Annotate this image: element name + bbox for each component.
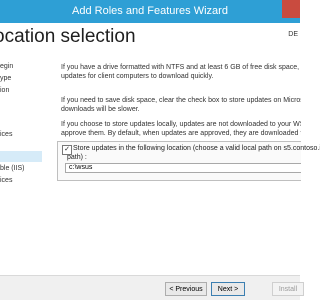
local-store-info-line2: approve them. By default, when updates a…: [61, 130, 301, 137]
sidebar-item-role-services[interactable]: ices: [0, 129, 42, 140]
store-updates-label: Store updates in the following location …: [73, 145, 320, 152]
sidebar-item-web-server-role[interactable]: ble (IIS): [0, 163, 42, 174]
ntfs-info-line2: updates for client computers to download…: [61, 73, 214, 80]
update-path-input[interactable]: [65, 163, 301, 173]
disk-space-info-line2: downloads will be slower.: [61, 106, 140, 113]
wizard-header: ocation selection DE: [0, 23, 300, 57]
disk-space-info-line1: If you need to save disk space, clear th…: [61, 97, 301, 104]
window-title: Add Roles and Features Wizard: [72, 5, 228, 17]
sidebar-item-content-location[interactable]: [0, 151, 42, 162]
sidebar-item-before-you-begin[interactable]: egin: [0, 61, 42, 72]
previous-button[interactable]: < Previous: [165, 282, 207, 296]
destination-server-label: DE: [288, 31, 298, 38]
wizard-sidebar: egin ype ion ices ble (IIS) ices: [0, 57, 42, 275]
sidebar-item-web-role-services[interactable]: ices: [0, 175, 42, 186]
store-updates-group: ✓ Store updates in the following locatio…: [57, 141, 320, 181]
store-updates-label-cont: path) :: [67, 154, 87, 161]
install-button[interactable]: Install: [272, 282, 304, 296]
content-pane: If you have a drive formatted with NTFS …: [57, 57, 320, 275]
sidebar-item-installation-type[interactable]: ype: [0, 73, 42, 84]
sidebar-item-server-selection[interactable]: ion: [0, 85, 42, 96]
window-titlebar: Add Roles and Features Wizard: [0, 0, 300, 23]
local-store-info-line1: If you choose to store updates locally, …: [61, 121, 301, 128]
wizard-footer: < Previous Next > Install: [0, 276, 304, 300]
ntfs-info-line1: If you have a drive formatted with NTFS …: [61, 64, 301, 71]
close-button[interactable]: [282, 0, 300, 18]
page-title: ocation selection: [0, 26, 136, 47]
next-button[interactable]: Next >: [211, 282, 245, 296]
